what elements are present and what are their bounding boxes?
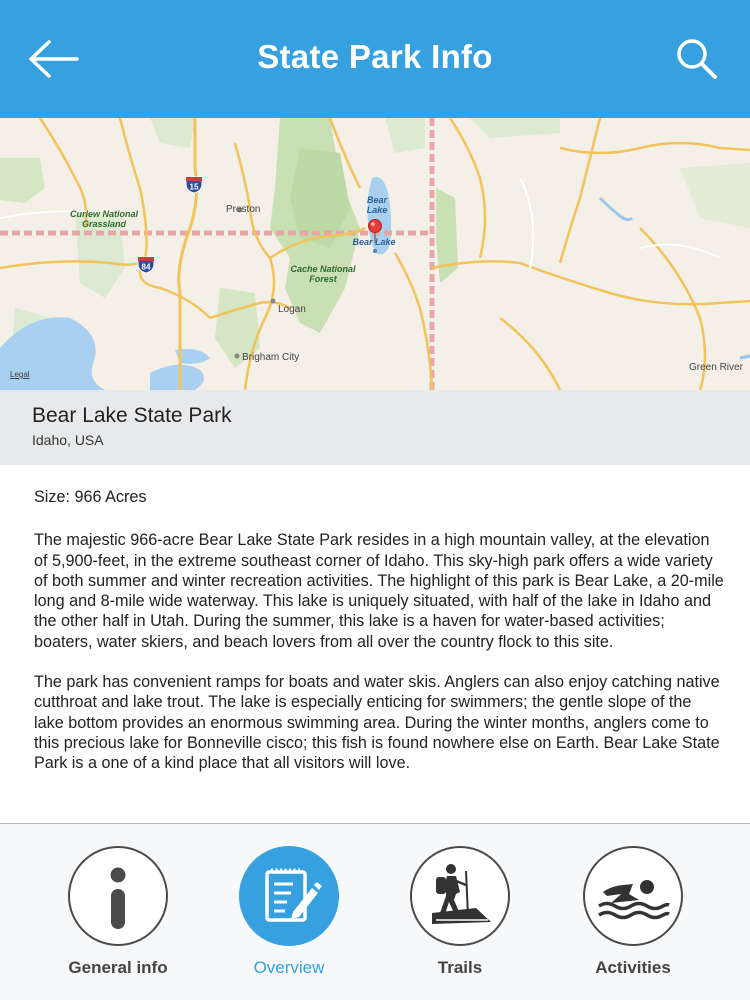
map-label-curlew: Curlew National Grassland bbox=[69, 209, 138, 229]
top-bar: State Park Info bbox=[0, 0, 750, 118]
map-label-brigham: Brigham City bbox=[242, 352, 300, 363]
tab-trails-label: Trails bbox=[437, 958, 483, 977]
tab-trails-circle bbox=[410, 846, 510, 946]
interstate-15-label: 15 bbox=[190, 183, 199, 192]
tab-overview-circle bbox=[239, 846, 339, 946]
hiker-icon bbox=[432, 864, 491, 924]
park-map[interactable]: 15 84 Curlew National Grassland Preston … bbox=[0, 118, 750, 390]
search-icon bbox=[677, 39, 717, 79]
interstate-84-shield-icon: 84 bbox=[137, 256, 155, 274]
tab-activities-circle bbox=[583, 846, 683, 946]
map-label-bear-lake-pin: Bear Lake bbox=[352, 237, 396, 247]
park-location: Idaho, USA bbox=[32, 432, 104, 448]
tab-general-info-circle bbox=[68, 846, 168, 946]
bottom-tab-bar: General info Overview Trails Activities bbox=[0, 824, 750, 1000]
park-description: Size: 966 Acres The majestic 966-acre Be… bbox=[34, 487, 724, 794]
tab-overview-label: Overview bbox=[253, 958, 325, 977]
tab-activities-label: Activities bbox=[595, 958, 671, 977]
map-legal-link[interactable]: Legal bbox=[10, 370, 30, 380]
tab-trails[interactable]: Trails bbox=[380, 824, 540, 1000]
map-label-bear-lake-water: Bear Lake bbox=[366, 195, 388, 215]
tab-activities[interactable]: Activities bbox=[553, 824, 713, 1000]
map-label-logan: Logan bbox=[278, 304, 306, 315]
swimmer-icon bbox=[598, 880, 670, 920]
map-label-green-river: Green River bbox=[689, 362, 743, 373]
map-canvas bbox=[0, 118, 750, 390]
park-size: Size: 966 Acres bbox=[34, 488, 147, 506]
description-paragraph-1: The majestic 966-acre Bear Lake State Pa… bbox=[34, 531, 724, 651]
description-paragraph-2: The park has convenient ramps for boats … bbox=[34, 673, 720, 773]
interstate-84-label: 84 bbox=[142, 263, 151, 272]
page-title: State Park Info bbox=[257, 38, 493, 75]
park-name: Bear Lake State Park bbox=[32, 404, 232, 427]
search-button[interactable] bbox=[670, 32, 726, 88]
map-label-preston: Preston bbox=[226, 204, 261, 215]
tab-general-info-label: General info bbox=[68, 958, 168, 977]
notepad-icon bbox=[265, 868, 322, 922]
info-icon bbox=[110, 867, 126, 929]
map-label-cache: Cache National Forest bbox=[290, 264, 356, 284]
tab-overview[interactable]: Overview bbox=[209, 824, 369, 1000]
interstate-15-shield-icon: 15 bbox=[185, 176, 203, 194]
tab-general-info[interactable]: General info bbox=[38, 824, 198, 1000]
